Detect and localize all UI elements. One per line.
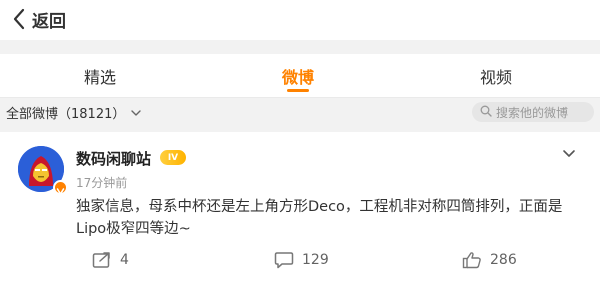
tab-video[interactable]: 视频 — [436, 64, 556, 88]
level-badge-text: IV — [167, 152, 179, 163]
search-icon — [480, 105, 492, 120]
tab-weibo[interactable]: 微博 — [238, 64, 358, 88]
tab-featured[interactable]: 精选 — [40, 64, 160, 88]
like-button[interactable]: 286 — [462, 248, 517, 272]
more-options-button[interactable] — [562, 144, 578, 160]
repost-count: 4 — [120, 252, 129, 268]
back-chevron-icon — [12, 8, 26, 30]
verified-badge-icon — [53, 180, 68, 195]
like-count: 286 — [490, 252, 517, 268]
back-label: 返回 — [32, 11, 66, 32]
top-bar: 返回 — [0, 0, 600, 40]
chevron-down-icon — [131, 105, 142, 120]
comment-count: 129 — [302, 252, 329, 268]
post-card: 数码闲聊站 IV 17分钟前 独家信息，母系中杯还是左上角方形Deco，工程机非… — [0, 132, 600, 295]
chevron-down-icon — [562, 144, 576, 163]
level-badge: IV — [160, 150, 186, 165]
author-name[interactable]: 数码闲聊站 — [76, 148, 151, 169]
filter-bar: 全部微博（18121） 搜索他的微博 — [0, 98, 600, 126]
repost-button[interactable]: 4 — [92, 248, 129, 272]
post-time: 17分钟前 — [76, 176, 128, 190]
back-button[interactable]: 返回 — [12, 6, 66, 32]
comment-button[interactable]: 129 — [274, 248, 329, 272]
post-actions: 4 129 286 — [0, 248, 600, 272]
thumbs-up-icon — [462, 251, 490, 269]
search-placeholder: 搜索他的微博 — [496, 105, 569, 120]
post-text: 独家信息，母系中杯还是左上角方形Deco，工程机非对称四筒排列，正面是Lipo极… — [76, 199, 563, 237]
search-input[interactable]: 搜索他的微博 — [472, 102, 594, 122]
active-tab-indicator — [287, 89, 309, 92]
repost-icon — [92, 251, 120, 269]
all-posts-label: 全部微博（18121） — [6, 106, 126, 122]
all-posts-dropdown[interactable]: 全部微博（18121） — [6, 102, 142, 122]
comment-icon — [274, 251, 302, 269]
